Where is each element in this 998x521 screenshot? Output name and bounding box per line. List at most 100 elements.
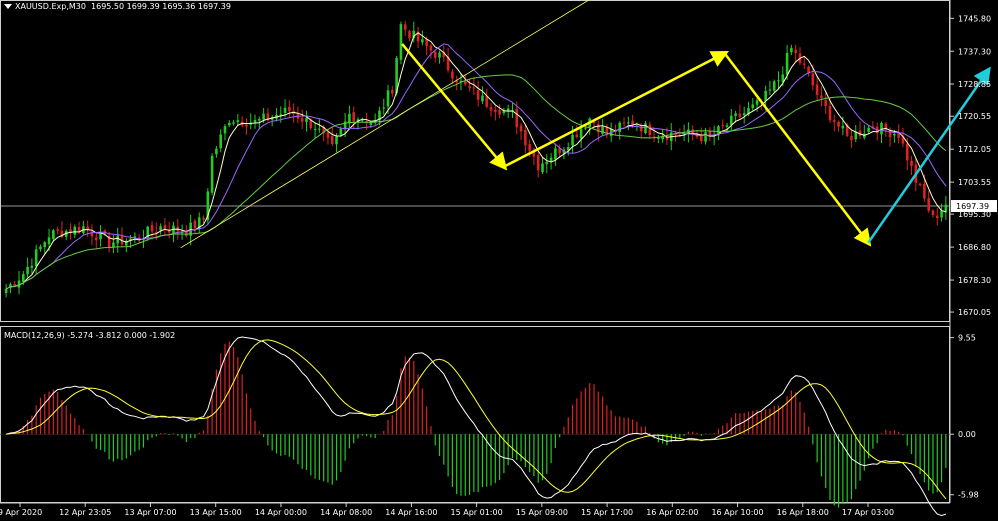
candle-body (39, 246, 42, 250)
candle-body (644, 123, 647, 133)
candle-body (116, 235, 120, 244)
candle-body (463, 81, 467, 85)
candle-body (802, 63, 806, 65)
candle-body (755, 100, 759, 105)
candle-body (258, 118, 261, 121)
candle-body (451, 71, 454, 79)
price-tick-label: 1745.80 (958, 14, 991, 23)
time-tick-label: 16 Apr 02:00 (646, 508, 698, 517)
price-tick-label: 1728.85 (958, 80, 991, 89)
candle-body (905, 143, 909, 161)
candle-body (699, 136, 703, 142)
time-tick-label: 16 Apr 18:00 (777, 508, 829, 517)
candle-body (408, 31, 411, 39)
candle-body (403, 24, 407, 30)
dropdown-triangle-icon[interactable] (4, 4, 12, 9)
time-tick-label: 12 Apr 23:05 (59, 508, 111, 517)
price-tick-label: 1678.30 (958, 276, 991, 285)
candle-body (433, 51, 437, 58)
candle-body (867, 127, 870, 132)
candle-body (210, 155, 214, 193)
candle-body (215, 148, 218, 155)
candle-body (223, 126, 227, 134)
candle-body (627, 122, 630, 124)
candle-body (918, 184, 922, 186)
candle-body (56, 229, 59, 231)
price-tick-label: 1686.80 (958, 243, 991, 252)
candle-body (494, 109, 497, 112)
candle-body (318, 128, 321, 130)
candle-body (335, 136, 338, 145)
price-tick-label: 1703.55 (958, 178, 991, 187)
candle-body (193, 220, 197, 229)
candle-body (524, 129, 527, 146)
chart-frame: 1745.80 1737.30 1728.85 1720.55 1712.05 1703.… (0, 0, 998, 521)
candle-body (73, 226, 77, 235)
candle (210, 153, 214, 196)
candle-body (288, 106, 291, 112)
candle-body (618, 122, 622, 133)
candle-body (772, 81, 776, 91)
candle (399, 21, 403, 65)
candle-body (832, 120, 836, 122)
candle-body (360, 120, 364, 122)
candle-body (386, 90, 390, 107)
price-tick-label: 1712.05 (958, 145, 991, 154)
candle-body (399, 24, 403, 60)
candle-body (923, 183, 926, 199)
candle-body (313, 128, 317, 130)
candle-body (348, 113, 351, 124)
macd-header: MACD(12,26,9) -5.274 -3.812 0.000 -1.902 (4, 331, 175, 340)
candle-body (391, 89, 394, 94)
candle-body (22, 274, 25, 282)
candle-body (794, 49, 797, 54)
time-tick-label: 14 Apr 16:00 (385, 508, 437, 517)
candle-body (150, 224, 154, 232)
candle-body (897, 133, 900, 138)
candle-body (536, 155, 540, 171)
candle-body (931, 210, 935, 216)
macd-tick-label: 0.00 (958, 430, 976, 439)
candle-body (283, 107, 287, 113)
candle-body (227, 122, 231, 126)
candle-body (584, 127, 587, 129)
time-tick-label: 13 Apr 07:00 (124, 508, 176, 517)
candle-body (721, 125, 725, 127)
candle-body (579, 128, 583, 139)
time-tick-label: 14 Apr 08:00 (320, 508, 372, 517)
time-tick-label: 9 Apr 2020 (0, 508, 42, 517)
candle-body (648, 124, 652, 136)
candle-body (785, 53, 789, 75)
candle-body (236, 120, 240, 123)
candle-body (738, 113, 742, 117)
candle-body (828, 105, 832, 121)
time-tick-label: 13 Apr 15:00 (190, 508, 242, 517)
candle-body (382, 107, 386, 109)
candle-body (305, 117, 308, 123)
candle-body (940, 210, 943, 218)
candle-body (850, 136, 853, 141)
candle-body (910, 160, 913, 166)
candle-body (571, 134, 574, 146)
candle-body (30, 265, 34, 268)
candle-body (927, 198, 930, 211)
candle-body (94, 237, 98, 241)
candle-body (485, 96, 489, 107)
candle-body (725, 125, 729, 127)
time-tick-label: 15 Apr 01:00 (451, 508, 503, 517)
candle-body (790, 47, 793, 53)
candle-body (34, 249, 38, 267)
candle-body (300, 118, 304, 122)
candle-body (339, 128, 343, 135)
candle-body (343, 121, 347, 130)
macd-label: MACD(12,26,9) -5.274 -3.812 0.000 -1.902 (4, 331, 176, 340)
candle-body (326, 132, 330, 138)
candle-body (841, 125, 845, 129)
candle-body (330, 136, 334, 145)
candle-body (202, 217, 205, 220)
candle-body (52, 230, 55, 240)
candle-body (657, 137, 660, 139)
time-tick-label: 15 Apr 09:00 (516, 508, 568, 517)
candle-body (47, 237, 51, 245)
time-tick-label: 16 Apr 10:00 (711, 508, 763, 517)
